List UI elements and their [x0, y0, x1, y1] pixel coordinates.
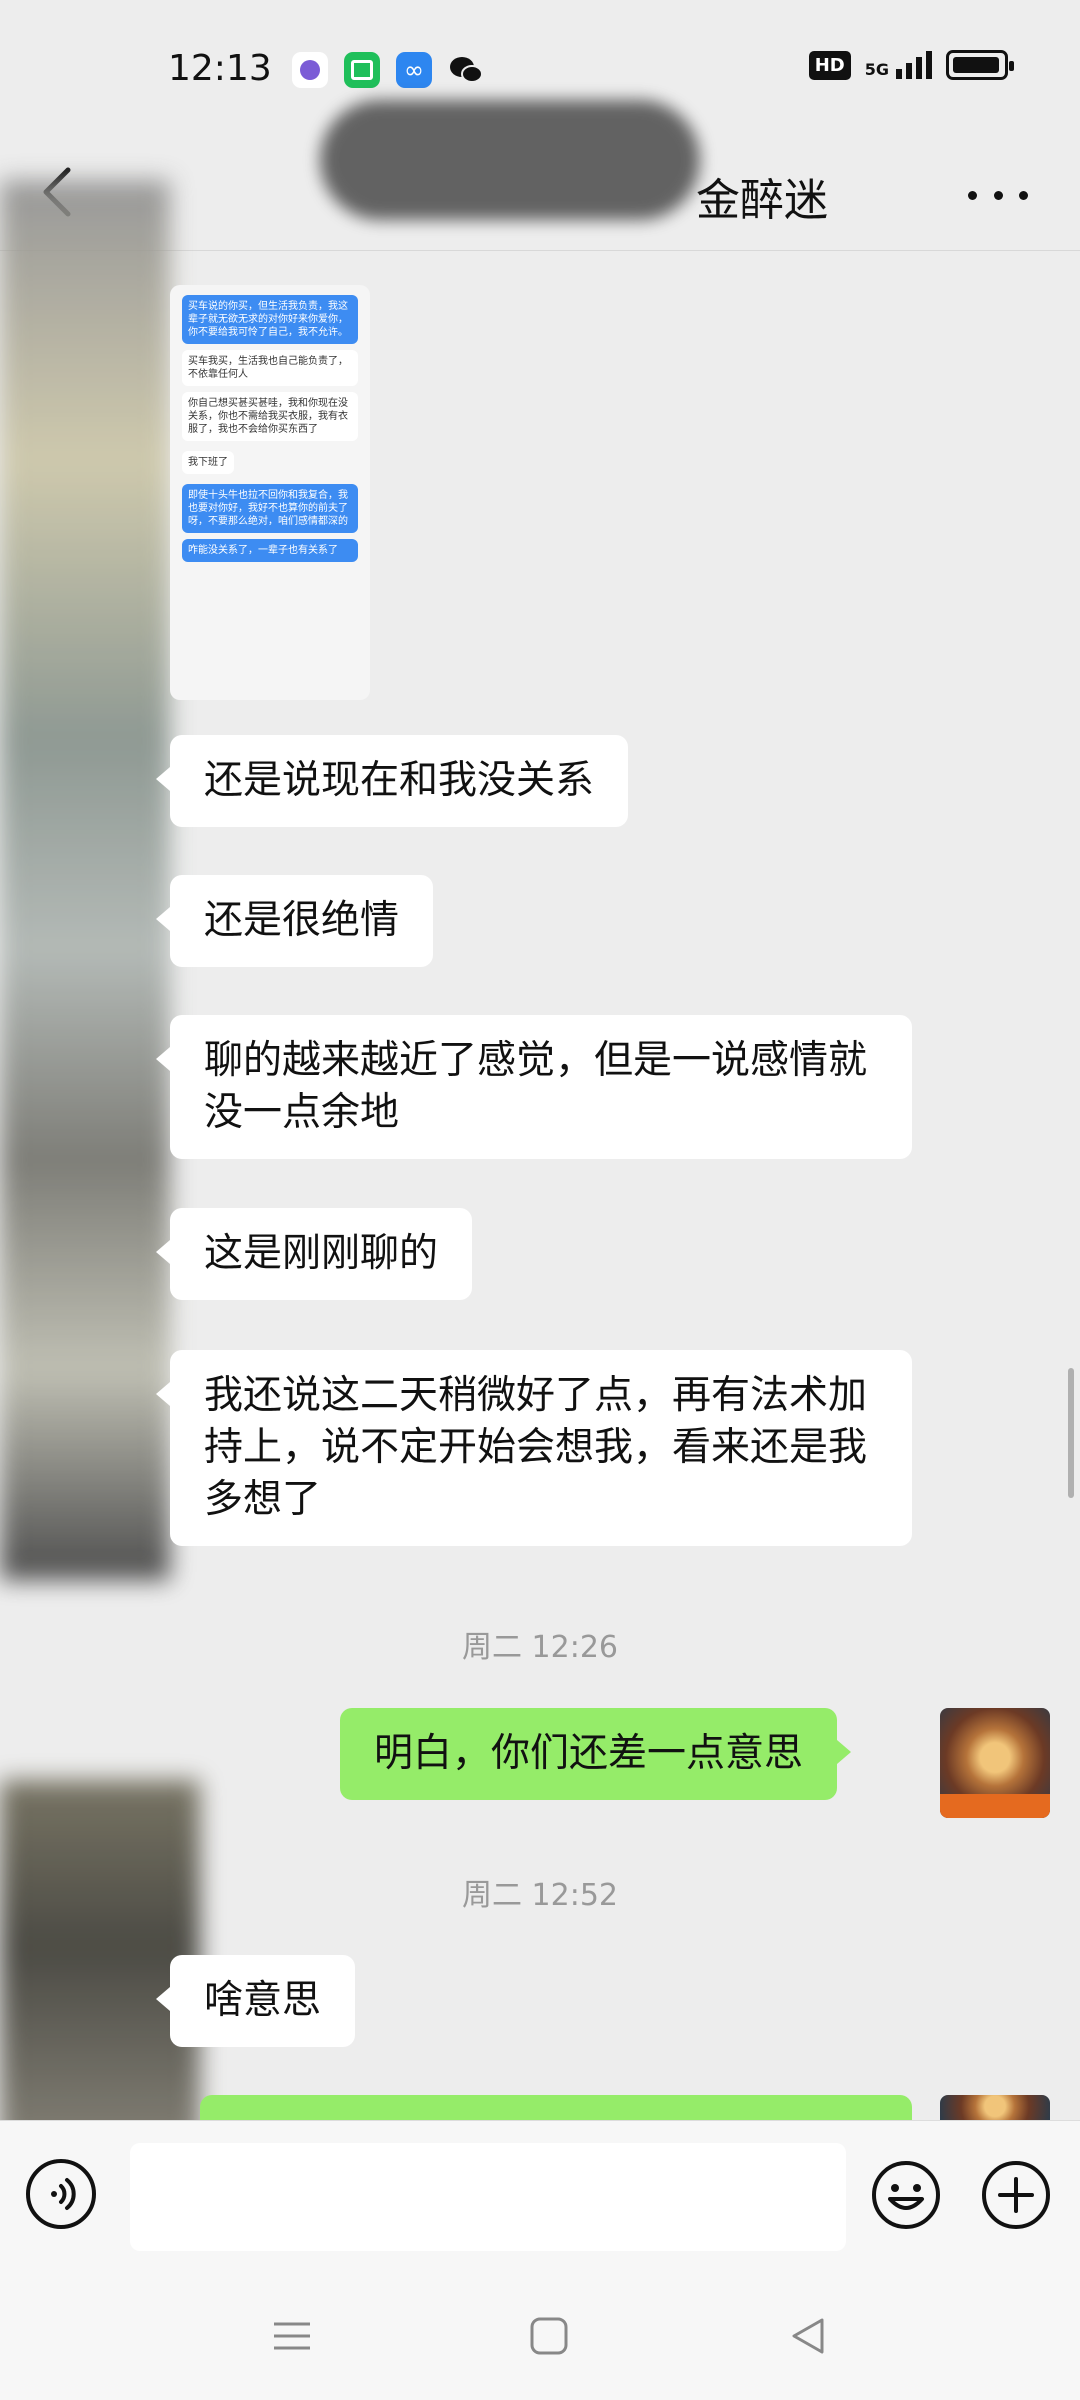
input-bar — [0, 2120, 1080, 2271]
message-bubble-incoming[interactable]: 啥意思 — [155, 1955, 356, 2047]
hd-badge: HD — [808, 50, 851, 80]
notification-icons: ∞ — [292, 52, 484, 88]
timestamp: 周二 12:26 — [462, 1630, 618, 1665]
mini-bubble: 即使十头牛也拉不回你和我复合，我也要对你好，我好不也算你的前夫了呀，不要那么绝对… — [182, 484, 358, 533]
message-input[interactable] — [130, 2143, 846, 2251]
nav-back-icon[interactable] — [786, 2314, 830, 2358]
scrollbar[interactable] — [1068, 1368, 1074, 1498]
status-right: HD 5G — [808, 50, 1014, 80]
timestamp: 周二 12:52 — [462, 1878, 618, 1913]
infinity-app-icon: ∞ — [396, 52, 432, 88]
mini-bubble: 咋能没关系了，一辈子也有关系了 — [182, 539, 358, 562]
nav-home-icon[interactable] — [527, 2314, 571, 2358]
redacted-avatar-blur — [0, 180, 170, 1580]
emoji-icon[interactable] — [870, 2159, 942, 2231]
app-notification-icon — [292, 52, 328, 88]
network-label: 5G — [865, 51, 932, 79]
my-avatar[interactable] — [940, 2095, 1050, 2120]
message-bubble-incoming[interactable]: 还是说现在和我没关系 — [155, 735, 629, 827]
message-bubble-outgoing[interactable]: 明白，你们还差一点意思 — [340, 1708, 852, 1800]
mini-bubble: 买车我买，生活我也自己能负责了，不依靠任何人 — [182, 350, 358, 386]
more-icon[interactable] — [968, 180, 1028, 210]
mini-bubble: 买车说的你买，但生活我负责，我这辈子就无欲无求的对你好来你爱你，你不要给我可怜了… — [182, 295, 358, 344]
message-bubble-incoming[interactable]: 还是很绝情 — [155, 875, 434, 967]
system-nav-bar — [0, 2270, 1080, 2400]
shopping-bag-icon — [344, 52, 380, 88]
message-bubble-incoming[interactable]: 聊的越来越近了感觉，但是一说感情就没一点余地 — [156, 1015, 912, 1159]
my-avatar[interactable] — [940, 1708, 1050, 1818]
status-time: 12:13 — [168, 48, 272, 89]
wechat-icon — [448, 52, 484, 88]
chat-title[interactable]: 金醉迷 — [696, 164, 828, 228]
image-message[interactable]: 买车说的你买，但生活我负责，我这辈子就无欲无求的对你好来你爱你，你不要给我可怜了… — [170, 285, 370, 700]
signal-icon — [896, 51, 932, 79]
voice-icon[interactable] — [26, 2159, 96, 2229]
redacted-name-blur — [320, 100, 700, 220]
battery-icon — [946, 50, 1014, 80]
message-bubble-incoming[interactable]: 我还说这二天稍微好了点，再有法术加持上，说不定开始会想我，看来还是我多想了 — [156, 1350, 912, 1546]
plus-icon[interactable] — [980, 2159, 1052, 2231]
message-bubble-incoming[interactable]: 这是刚刚聊的 — [155, 1208, 473, 1300]
mini-bubble: 你自己想买甚买甚哇，我和你现在没关系，你也不需给我买衣服，我有衣服了，我也不会给… — [182, 392, 358, 441]
nav-menu-icon[interactable] — [270, 2314, 314, 2358]
mini-bubble: 我下班了 — [182, 451, 234, 474]
